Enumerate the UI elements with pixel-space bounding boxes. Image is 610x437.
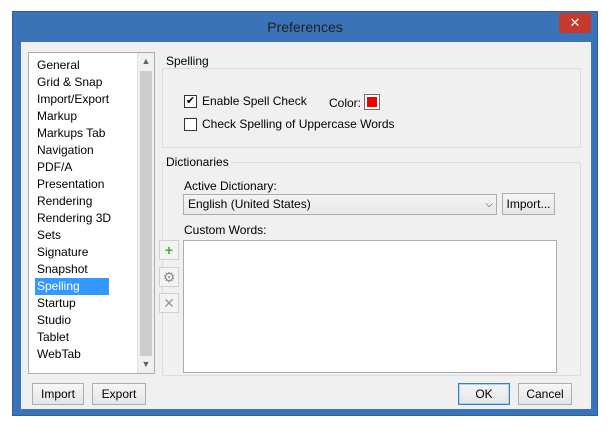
active-dictionary-label: Active Dictionary: (184, 179, 277, 193)
spell-color-swatch[interactable] (364, 94, 380, 110)
remove-icon: ✕ (163, 295, 175, 311)
dialog-client: General Grid & Snap Import/Export Markup… (21, 42, 591, 409)
spell-color-fill (367, 97, 377, 107)
enable-spell-check-checkbox[interactable]: ✔ (184, 95, 197, 108)
plus-icon: + (164, 242, 174, 258)
nav-item-pdfa[interactable]: PDF/A (35, 159, 74, 176)
nav-item-markups-tab[interactable]: Markups Tab (35, 125, 107, 142)
nav-item-webtab[interactable]: WebTab (35, 346, 83, 363)
nav-item-studio[interactable]: Studio (35, 312, 73, 329)
window-title: Preferences (267, 19, 343, 35)
chevron-down-icon: ⌵ (485, 199, 493, 210)
close-icon: ✕ (569, 15, 581, 30)
nav-item-navigation[interactable]: Navigation (35, 142, 96, 159)
nav-item-markup[interactable]: Markup (35, 108, 79, 125)
nav-item-general[interactable]: General (35, 57, 82, 74)
active-dictionary-select[interactable]: English (United States) ⌵ (183, 194, 497, 215)
nav-item-tablet[interactable]: Tablet (35, 329, 71, 346)
cancel-button[interactable]: Cancel (518, 383, 572, 405)
nav-item-snapshot[interactable]: Snapshot (35, 261, 90, 278)
nav-item-startup[interactable]: Startup (35, 295, 78, 312)
close-button[interactable]: ✕ (559, 13, 591, 33)
gear-icon: ⚙ (162, 269, 176, 285)
import-preferences-button[interactable]: Import (32, 383, 84, 405)
custom-words-textarea[interactable] (183, 240, 557, 373)
nav-item-grid-snap[interactable]: Grid & Snap (35, 74, 104, 91)
word-settings-button[interactable]: ⚙ (159, 267, 179, 287)
export-preferences-button[interactable]: Export (92, 383, 146, 405)
ok-button[interactable]: OK (458, 383, 510, 405)
spelling-group-title: Spelling (164, 54, 211, 68)
uppercase-spelling-checkbox[interactable] (184, 118, 197, 131)
nav-item-spelling[interactable]: Spelling (35, 278, 109, 295)
scroll-down-icon[interactable]: ▼ (138, 356, 154, 373)
nav-item-rendering[interactable]: Rendering (35, 193, 94, 210)
custom-words-label: Custom Words: (184, 223, 267, 237)
checkmark-icon: ✔ (185, 95, 196, 107)
add-word-button[interactable]: + (159, 240, 179, 260)
remove-word-button[interactable]: ✕ (159, 293, 179, 313)
dictionaries-group-title: Dictionaries (164, 155, 231, 169)
import-dictionary-button[interactable]: Import... (502, 193, 555, 215)
color-label: Color: (329, 96, 362, 110)
preferences-window: Preferences ✕ General Grid & Snap Import… (12, 11, 598, 416)
category-list-scrollbar[interactable]: ▲ ▼ (137, 53, 154, 373)
nav-item-presentation[interactable]: Presentation (35, 176, 106, 193)
scroll-up-icon[interactable]: ▲ (138, 53, 154, 70)
enable-spell-check-label: Enable Spell Check (202, 94, 307, 108)
nav-item-rendering-3d[interactable]: Rendering 3D (35, 210, 113, 227)
preferences-category-list[interactable]: General Grid & Snap Import/Export Markup… (28, 52, 155, 374)
nav-item-sets[interactable]: Sets (35, 227, 63, 244)
uppercase-spelling-label: Check Spelling of Uppercase Words (202, 117, 395, 131)
nav-item-signature[interactable]: Signature (35, 244, 90, 261)
nav-item-import-export[interactable]: Import/Export (35, 91, 111, 108)
scroll-thumb[interactable] (140, 71, 152, 356)
active-dictionary-value: English (United States) (188, 197, 311, 211)
